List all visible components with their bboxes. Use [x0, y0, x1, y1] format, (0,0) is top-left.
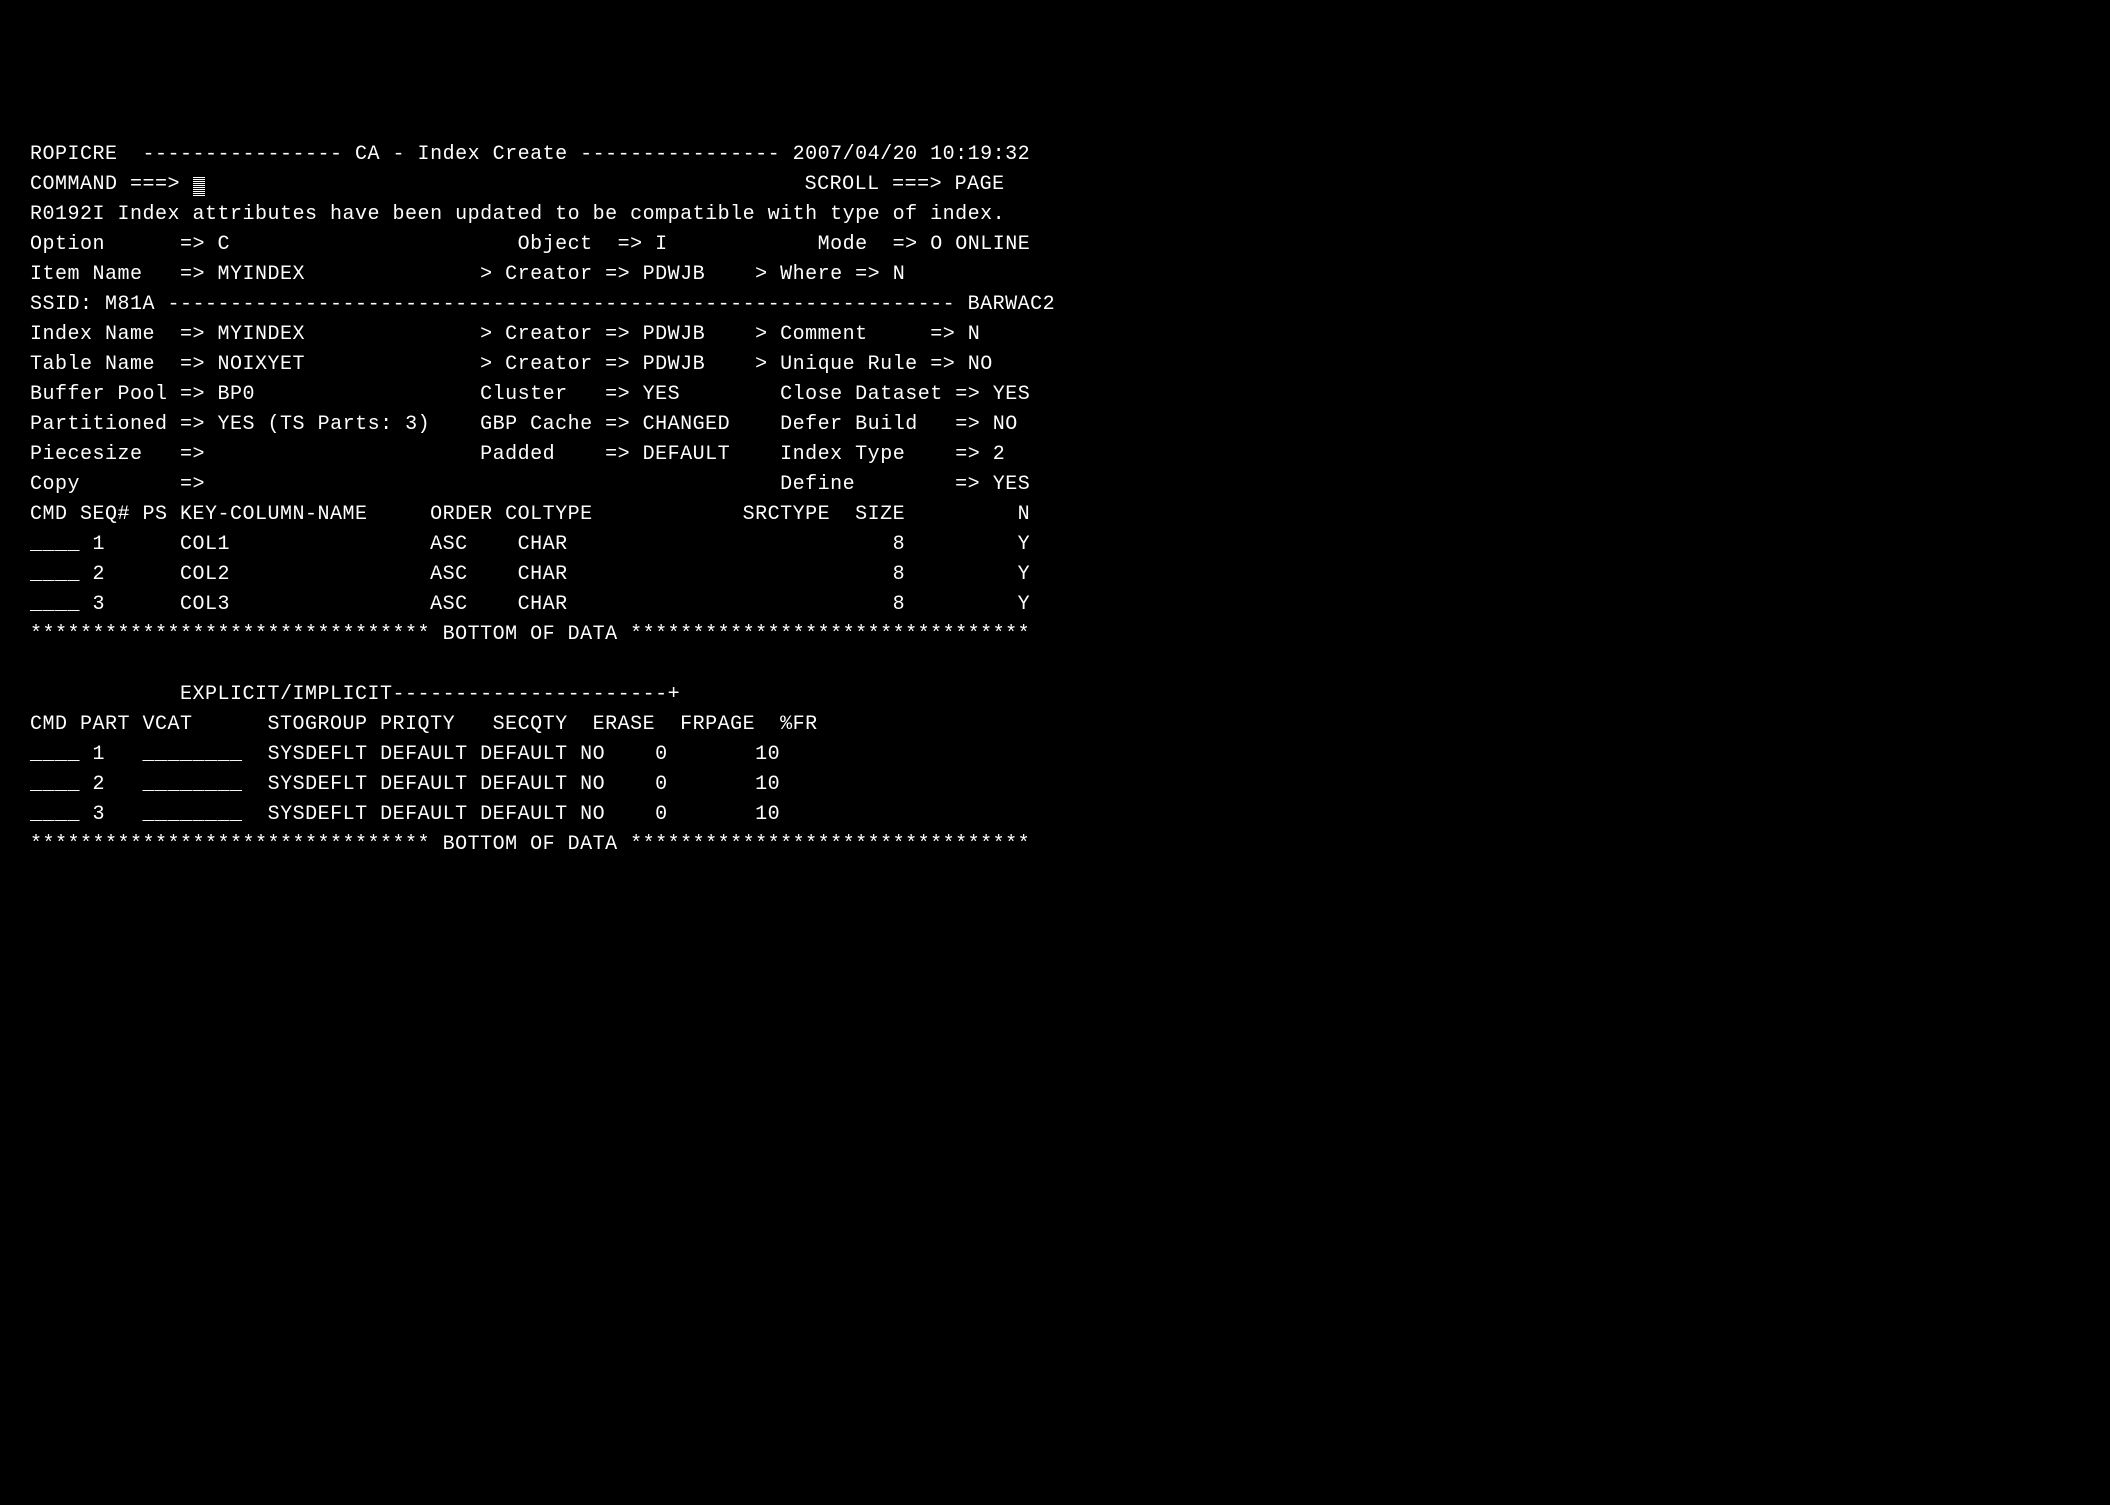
cmd-field[interactable]: ____ — [30, 593, 80, 616]
cmd-field[interactable]: ____ — [30, 563, 80, 586]
close-dataset-value[interactable]: YES — [993, 383, 1031, 406]
partitioned-label: Partitioned — [30, 413, 180, 436]
cursor-icon — [193, 176, 205, 196]
mode-label: Mode — [818, 233, 893, 256]
piecesize-value[interactable] — [218, 443, 481, 466]
defer-build-label: Defer Build — [780, 413, 955, 436]
column-row[interactable]: ____ 2 COL2 ASC CHAR 8 Y — [30, 560, 2080, 590]
part-row[interactable]: ____ 2 ________ SYSDEFLT DEFAULT DEFAULT… — [30, 770, 2080, 800]
cmd-field[interactable]: ____ — [30, 773, 80, 796]
piecesize-label: Piecesize — [30, 443, 180, 466]
index-name-value[interactable]: MYINDEX — [218, 323, 481, 346]
unique-rule-value[interactable]: NO — [968, 353, 993, 376]
item-where-value[interactable]: N — [893, 263, 906, 286]
user-id: BARWAC2 — [968, 293, 1056, 316]
columns-header: CMD SEQ# PS KEY-COLUMN-NAME ORDER COLTYP… — [30, 500, 2080, 530]
explicit-implicit-header: EXPLICIT/IMPLICIT----------------------+ — [30, 680, 2080, 710]
item-creator-value[interactable]: PDWJB — [643, 263, 756, 286]
comment-value[interactable]: N — [968, 323, 981, 346]
partitioned-value[interactable]: YES (TS Parts: 3) — [218, 413, 481, 436]
scroll-value[interactable]: PAGE — [955, 173, 1005, 196]
part-row[interactable]: ____ 3 ________ SYSDEFLT DEFAULT DEFAULT… — [30, 800, 2080, 830]
index-type-label: Index Type — [780, 443, 955, 466]
command-input[interactable] — [193, 173, 205, 196]
cluster-value[interactable]: YES — [643, 383, 781, 406]
parts-header: CMD PART VCAT STOGROUP PRIQTY SECQTY ERA… — [30, 710, 2080, 740]
gbp-cache-value[interactable]: CHANGED — [643, 413, 781, 436]
cluster-label: Cluster — [480, 383, 605, 406]
table-name-label: Table Name — [30, 353, 180, 376]
define-label: Define — [780, 473, 955, 496]
padded-value[interactable]: DEFAULT — [643, 443, 781, 466]
vcat-field[interactable]: ________ — [143, 743, 268, 766]
item-where-label: > Where => — [755, 263, 893, 286]
object-value[interactable]: I — [655, 233, 818, 256]
column-row[interactable]: ____ 3 COL3 ASC CHAR 8 Y — [30, 590, 2080, 620]
bottom-marker: ******************************** BOTTOM … — [30, 620, 2080, 650]
panel-header: ROPICRE ---------------- CA - Index Crea… — [30, 140, 2080, 170]
table-name-value[interactable]: NOIXYET — [218, 353, 481, 376]
comment-label: > Comment — [755, 323, 930, 346]
buffer-pool-value[interactable]: BP0 — [218, 383, 481, 406]
gbp-cache-label: GBP Cache — [480, 413, 605, 436]
padded-label: Padded — [480, 443, 605, 466]
copy-value[interactable] — [218, 473, 781, 496]
buffer-pool-label: Buffer Pool — [30, 383, 180, 406]
message: R0192I Index attributes have been update… — [30, 200, 2080, 230]
unique-rule-label: > Unique Rule — [755, 353, 930, 376]
index-creator-value[interactable]: PDWJB — [643, 323, 756, 346]
cmd-field[interactable]: ____ — [30, 743, 80, 766]
item-name-value[interactable]: MYINDEX — [218, 263, 481, 286]
item-creator-label: > Creator => — [480, 263, 643, 286]
index-type-value[interactable]: 2 — [993, 443, 1006, 466]
scroll-label: SCROLL ===> — [805, 173, 955, 196]
ssid-label: SSID: — [30, 293, 105, 316]
option-label: Option — [30, 233, 180, 256]
vcat-field[interactable]: ________ — [143, 803, 268, 826]
table-creator-value[interactable]: PDWJB — [643, 353, 756, 376]
option-value[interactable]: C — [218, 233, 518, 256]
define-value[interactable]: YES — [993, 473, 1031, 496]
ssid-value: M81A — [105, 293, 168, 316]
index-creator-label: > Creator => — [480, 323, 643, 346]
command-label: COMMAND ===> — [30, 173, 193, 196]
mode-value[interactable]: O ONLINE — [930, 233, 1030, 256]
defer-build-value[interactable]: NO — [993, 413, 1018, 436]
cmd-field[interactable]: ____ — [30, 803, 80, 826]
bottom-marker: ******************************** BOTTOM … — [30, 830, 2080, 860]
copy-label: Copy — [30, 473, 180, 496]
column-row[interactable]: ____ 1 COL1 ASC CHAR 8 Y — [30, 530, 2080, 560]
cmd-field[interactable]: ____ — [30, 533, 80, 556]
object-label: Object — [518, 233, 618, 256]
item-name-label: Item Name — [30, 263, 180, 286]
table-creator-label: > Creator => — [480, 353, 643, 376]
index-name-label: Index Name — [30, 323, 180, 346]
part-row[interactable]: ____ 1 ________ SYSDEFLT DEFAULT DEFAULT… — [30, 740, 2080, 770]
vcat-field[interactable]: ________ — [143, 773, 268, 796]
close-dataset-label: Close Dataset — [780, 383, 955, 406]
